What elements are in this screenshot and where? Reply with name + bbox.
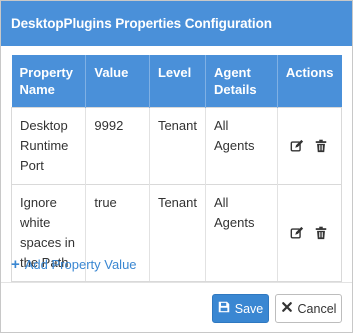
properties-table-container: Property Name Value Level Agent Details … bbox=[10, 55, 343, 282]
table-header-row: Property Name Value Level Agent Details … bbox=[11, 55, 342, 107]
cell-actions bbox=[277, 183, 343, 282]
cell-property-name: Desktop Runtime Port bbox=[10, 106, 87, 184]
add-property-label: Add Property Value bbox=[24, 257, 137, 272]
trash-icon[interactable] bbox=[314, 226, 328, 240]
save-label: Save bbox=[234, 301, 264, 316]
cell-agent-details: All Agents bbox=[205, 106, 278, 184]
dialog-header: DesktopPlugins Properties Configuration bbox=[1, 1, 352, 46]
table-row: Desktop Runtime Port 9992 Tenant All Age… bbox=[10, 106, 343, 184]
edit-icon[interactable] bbox=[290, 226, 304, 240]
column-header-level: Level bbox=[149, 55, 207, 107]
times-icon bbox=[281, 301, 293, 316]
cell-value: 9992 bbox=[85, 106, 150, 184]
floppy-disk-icon bbox=[218, 301, 230, 316]
cancel-label: Cancel bbox=[297, 301, 337, 316]
column-header-agent-details: Agent Details bbox=[205, 55, 278, 107]
properties-dialog: DesktopPlugins Properties Configuration … bbox=[0, 0, 353, 333]
add-property-link[interactable]: + Add Property Value bbox=[11, 257, 137, 272]
save-button[interactable]: Save bbox=[212, 294, 269, 323]
dialog-title: DesktopPlugins Properties Configuration bbox=[11, 16, 272, 31]
properties-table: Property Name Value Level Agent Details … bbox=[10, 55, 343, 282]
cell-agent-details: All Agents bbox=[205, 183, 278, 282]
plus-icon: + bbox=[11, 256, 20, 273]
edit-icon[interactable] bbox=[290, 139, 304, 153]
column-header-property-name: Property Name bbox=[11, 55, 87, 107]
cell-level: Tenant bbox=[149, 106, 207, 184]
cancel-button[interactable]: Cancel bbox=[275, 294, 342, 323]
trash-icon[interactable] bbox=[314, 139, 328, 153]
column-header-value: Value bbox=[85, 55, 150, 107]
cell-actions bbox=[277, 106, 343, 184]
footer-divider bbox=[1, 282, 352, 283]
column-header-actions: Actions bbox=[277, 55, 342, 107]
cell-level: Tenant bbox=[149, 183, 207, 282]
